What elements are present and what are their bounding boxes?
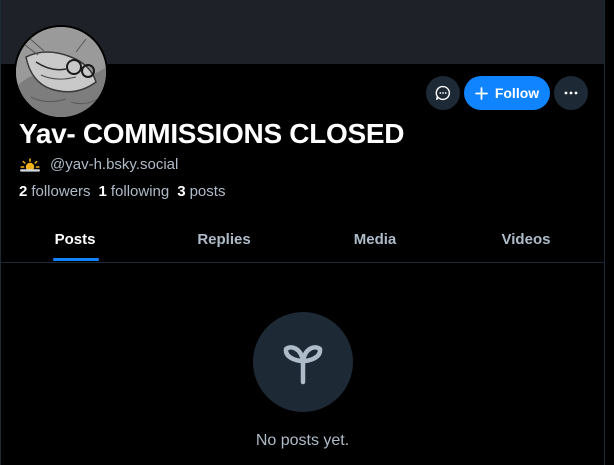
follow-button-label: Follow — [494, 85, 540, 101]
following-count: 1 — [98, 183, 107, 200]
profile-handle[interactable]: @yav-h.bsky.social — [50, 156, 178, 173]
tab-media-label: Media — [353, 231, 397, 248]
posts-count: 3 — [177, 183, 186, 200]
empty-state-icon-container — [253, 312, 353, 412]
sun-behind-cloud-icon — [20, 157, 40, 172]
seedling-icon — [283, 345, 323, 385]
profile-tabs: Posts Replies Media Videos — [1, 223, 604, 263]
tab-posts-label: Posts — [54, 231, 96, 248]
handle-row: @yav-h.bsky.social — [19, 156, 178, 173]
more-options-button[interactable] — [554, 76, 588, 110]
tab-media[interactable]: Media — [299, 223, 451, 263]
tab-posts[interactable]: Posts — [1, 223, 149, 263]
follow-button[interactable]: Follow — [464, 76, 550, 110]
followers-label: followers — [31, 183, 91, 200]
avatar-image — [16, 27, 106, 117]
tab-replies[interactable]: Replies — [149, 223, 299, 263]
message-button[interactable] — [426, 76, 460, 110]
empty-state-message: No posts yet. — [255, 432, 350, 449]
posts-stat: 3 posts — [177, 183, 225, 200]
following-label: following — [110, 183, 170, 200]
tab-replies-label: Replies — [197, 231, 251, 248]
followers-count: 2 — [19, 183, 28, 200]
chat-bubble-icon — [435, 85, 451, 101]
display-name: Yav- COMMISSIONS CLOSED — [19, 118, 405, 149]
profile-stats: 2 followers 1 following 3 posts — [19, 183, 225, 200]
scrollbar-gutter — [605, 0, 614, 465]
plus-icon — [474, 86, 488, 100]
followers-stat[interactable]: 2 followers — [19, 183, 91, 200]
following-stat[interactable]: 1 following — [99, 183, 170, 200]
tab-videos[interactable]: Videos — [451, 223, 601, 263]
tabs-divider — [1, 262, 604, 263]
profile-page: Follow Yav- COMMISSIONS CLOSED @yav-h.bs… — [0, 0, 614, 465]
active-tab-indicator — [53, 258, 99, 261]
ellipsis-icon — [564, 91, 578, 95]
avatar[interactable] — [14, 25, 108, 119]
tab-videos-label: Videos — [501, 231, 551, 248]
posts-label: posts — [189, 183, 226, 200]
